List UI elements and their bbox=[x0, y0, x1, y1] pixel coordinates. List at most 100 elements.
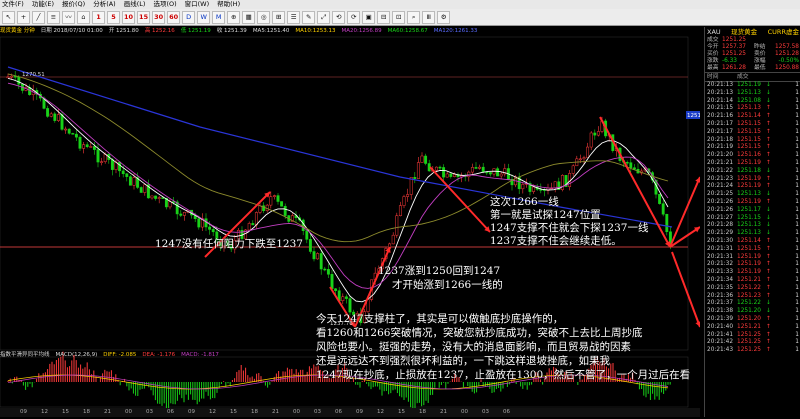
tool-button[interactable]: ⊟ bbox=[377, 10, 391, 24]
chart-info-item: MA120:1261.33 bbox=[433, 28, 478, 34]
tool-button[interactable]: ⌕ bbox=[407, 10, 421, 24]
tick-volume: 1 bbox=[795, 347, 799, 354]
tool-button[interactable]: ⊡ bbox=[392, 10, 406, 24]
candle-body bbox=[56, 114, 60, 121]
period-button[interactable]: 5 bbox=[107, 10, 120, 24]
tick-time: 20:21:21 bbox=[707, 159, 734, 166]
tick-row[interactable]: 20:21:18 1251.15 ↑ 1 bbox=[705, 137, 800, 145]
tick-row[interactable]: 20:21:29 1251.13 ↓ 1 bbox=[705, 230, 800, 238]
menu-item[interactable]: 文件(F) bbox=[2, 0, 24, 9]
tick-row[interactable]: 20:21:25 1251.13 ↓ 1 bbox=[705, 191, 800, 199]
tick-row[interactable]: 20:21:16 1251.14 ↑ 1 bbox=[705, 113, 800, 121]
period-button[interactable]: W bbox=[197, 10, 211, 24]
period-button[interactable]: D bbox=[182, 10, 196, 24]
tick-row[interactable]: 20:21:13 1251.13 ↓ 1 bbox=[705, 90, 800, 98]
arrow-down-icon: ↓ bbox=[766, 82, 771, 88]
menu-item[interactable]: 窗口(W) bbox=[185, 0, 210, 9]
symbol-code: XAU bbox=[707, 28, 721, 36]
tick-row[interactable]: 20:21:32 1251.19 ↑ 1 bbox=[705, 261, 800, 269]
quote-v2 bbox=[769, 37, 799, 44]
menu-item[interactable]: 画线(L) bbox=[124, 0, 146, 9]
tool-button[interactable]: ▦ bbox=[242, 10, 256, 24]
tick-row[interactable]: 20:21:34 1251.21 ↑ 1 bbox=[705, 277, 800, 285]
menu-item[interactable]: 功能(E) bbox=[32, 0, 54, 9]
tool-button[interactable]: ⟲ bbox=[332, 10, 346, 24]
tick-row[interactable]: 20:21:19 1251.15 ↑ 1 bbox=[705, 144, 800, 152]
tick-time: 20:21:33 bbox=[707, 269, 734, 276]
tick-row[interactable]: 20:21:13 1251.19 ↓ 1 bbox=[705, 82, 800, 90]
tick-row[interactable]: 20:21:41 1251.25 ↑ 1 bbox=[705, 332, 800, 340]
tick-row[interactable]: 20:21:21 1251.19 ↑ 1 bbox=[705, 160, 800, 168]
tick-row[interactable]: 20:21:20 1251.16 ↑ 1 bbox=[705, 152, 800, 160]
tick-row[interactable]: 20:21:26 1251.19 ↑ 1 bbox=[705, 199, 800, 207]
tick-volume: 1 bbox=[795, 175, 799, 182]
annotation-text: 1247没有任何阻力下跌至1237 bbox=[155, 238, 303, 250]
candle-body bbox=[46, 108, 50, 117]
period-button[interactable]: 30 bbox=[152, 10, 166, 24]
tool-button[interactable]: ✎ bbox=[302, 10, 316, 24]
candle-body bbox=[625, 162, 629, 164]
tick-list[interactable]: 20:21:13 1251.19 ↓ 1 20:21:13 1251.13 ↓ 1 20:21:… bbox=[705, 82, 800, 355]
tool-button[interactable]: + bbox=[17, 10, 30, 24]
tick-row[interactable]: 20:21:42 1251.25 ↑ 1 bbox=[705, 339, 800, 347]
tick-row[interactable]: 20:21:33 1251.19 ↑ 1 bbox=[705, 269, 800, 277]
menu-item[interactable]: 帮助(H) bbox=[217, 0, 240, 9]
tool-button[interactable]: ╱ bbox=[32, 10, 45, 24]
tick-row[interactable]: 20:21:30 1251.14 ↑ 1 bbox=[705, 238, 800, 246]
tool-button[interactable]: ⟳ bbox=[347, 10, 361, 24]
tick-row[interactable]: 20:21:31 1251.15 ↑ 1 bbox=[705, 246, 800, 254]
tick-row[interactable]: 20:21:23 1251.19 ↑ 1 bbox=[705, 176, 800, 184]
main-pane-frame bbox=[0, 36, 689, 351]
menu-item[interactable]: 分析(A) bbox=[93, 0, 116, 9]
period-button[interactable]: 10 bbox=[122, 10, 136, 24]
tick-row[interactable]: 20:21:38 1251.20 ↓ 1 bbox=[705, 308, 800, 316]
tick-row[interactable]: 20:21:43 1251.25 ↑ 1 bbox=[705, 347, 800, 355]
period-button[interactable]: 60 bbox=[167, 10, 181, 24]
tool-button[interactable]: Ⅲ bbox=[422, 10, 436, 24]
tool-button[interactable]: ⌂ bbox=[77, 10, 90, 24]
arrow-up-icon: ↑ bbox=[766, 152, 771, 159]
candle-body bbox=[438, 166, 442, 169]
period-button[interactable]: 15 bbox=[137, 10, 151, 24]
tick-row[interactable]: 20:21:27 1251.15 ↓ 1 bbox=[705, 215, 800, 223]
tick-row[interactable]: 20:21:17 1251.15 ↑ 1 bbox=[705, 121, 800, 129]
chart-info-item: MA60:1258.67 bbox=[387, 28, 428, 34]
tool-button[interactable]: ◎ bbox=[257, 10, 271, 24]
tick-row[interactable]: 20:21:22 1251.18 ↓ 1 bbox=[705, 168, 800, 176]
candle-body bbox=[593, 132, 597, 136]
tick-row[interactable]: 20:21:15 1251.13 ↑ 1 bbox=[705, 105, 800, 113]
tool-button[interactable]: ⊕ bbox=[227, 10, 241, 24]
tool-button[interactable]: ⤢ bbox=[317, 10, 331, 24]
tick-row[interactable]: 20:21:28 1251.13 ↓ 1 bbox=[705, 222, 800, 230]
tick-row[interactable]: 20:21:40 1251.21 ↑ 1 bbox=[705, 324, 800, 332]
tick-row[interactable]: 20:21:14 1251.08 ↓ 1 bbox=[705, 98, 800, 106]
tool-button[interactable]: 〰 bbox=[62, 10, 75, 24]
tool-button[interactable]: ↖ bbox=[2, 10, 15, 24]
tick-row[interactable]: 20:21:37 1251.22 ↓ 1 bbox=[705, 300, 800, 308]
tick-row[interactable]: 20:21:39 1251.20 ↑ 1 bbox=[705, 316, 800, 324]
tool-button[interactable]: ⚙ bbox=[437, 10, 451, 24]
tool-button[interactable]: ▣ bbox=[362, 10, 376, 24]
tick-row[interactable]: 20:21:24 1251.19 ↑ 1 bbox=[705, 183, 800, 191]
tool-button[interactable]: ⊞ bbox=[272, 10, 286, 24]
tick-time: 20:21:36 bbox=[707, 292, 734, 299]
candle-body bbox=[582, 157, 586, 160]
candle-body bbox=[330, 274, 334, 289]
tool-button[interactable]: ☰ bbox=[287, 10, 301, 24]
menu-item[interactable]: 报价(Q) bbox=[62, 0, 85, 9]
candle-body bbox=[589, 132, 593, 148]
menu-item[interactable]: 选项(O) bbox=[153, 0, 176, 9]
tool-button[interactable]: ≡ bbox=[47, 10, 60, 24]
tick-row[interactable]: 20:21:31 1251.19 ↑ 1 bbox=[705, 254, 800, 262]
tick-volume: 1 bbox=[795, 222, 799, 229]
period-button[interactable]: M bbox=[212, 10, 226, 24]
time-label: 15 bbox=[398, 409, 405, 415]
tick-row[interactable]: 20:21:35 1251.22 ↑ 1 bbox=[705, 285, 800, 293]
candle-body bbox=[103, 153, 107, 162]
candle-body bbox=[391, 234, 395, 245]
tick-row[interactable]: 20:21:36 1251.23 ↑ 1 bbox=[705, 293, 800, 301]
tick-row[interactable]: 20:21:26 1251.17 ↓ 1 bbox=[705, 207, 800, 215]
tick-row[interactable]: 20:21:17 1251.15 ↑ 1 bbox=[705, 129, 800, 137]
period-button[interactable]: 1 bbox=[92, 10, 105, 24]
tick-price: 1251.13 bbox=[737, 230, 761, 237]
